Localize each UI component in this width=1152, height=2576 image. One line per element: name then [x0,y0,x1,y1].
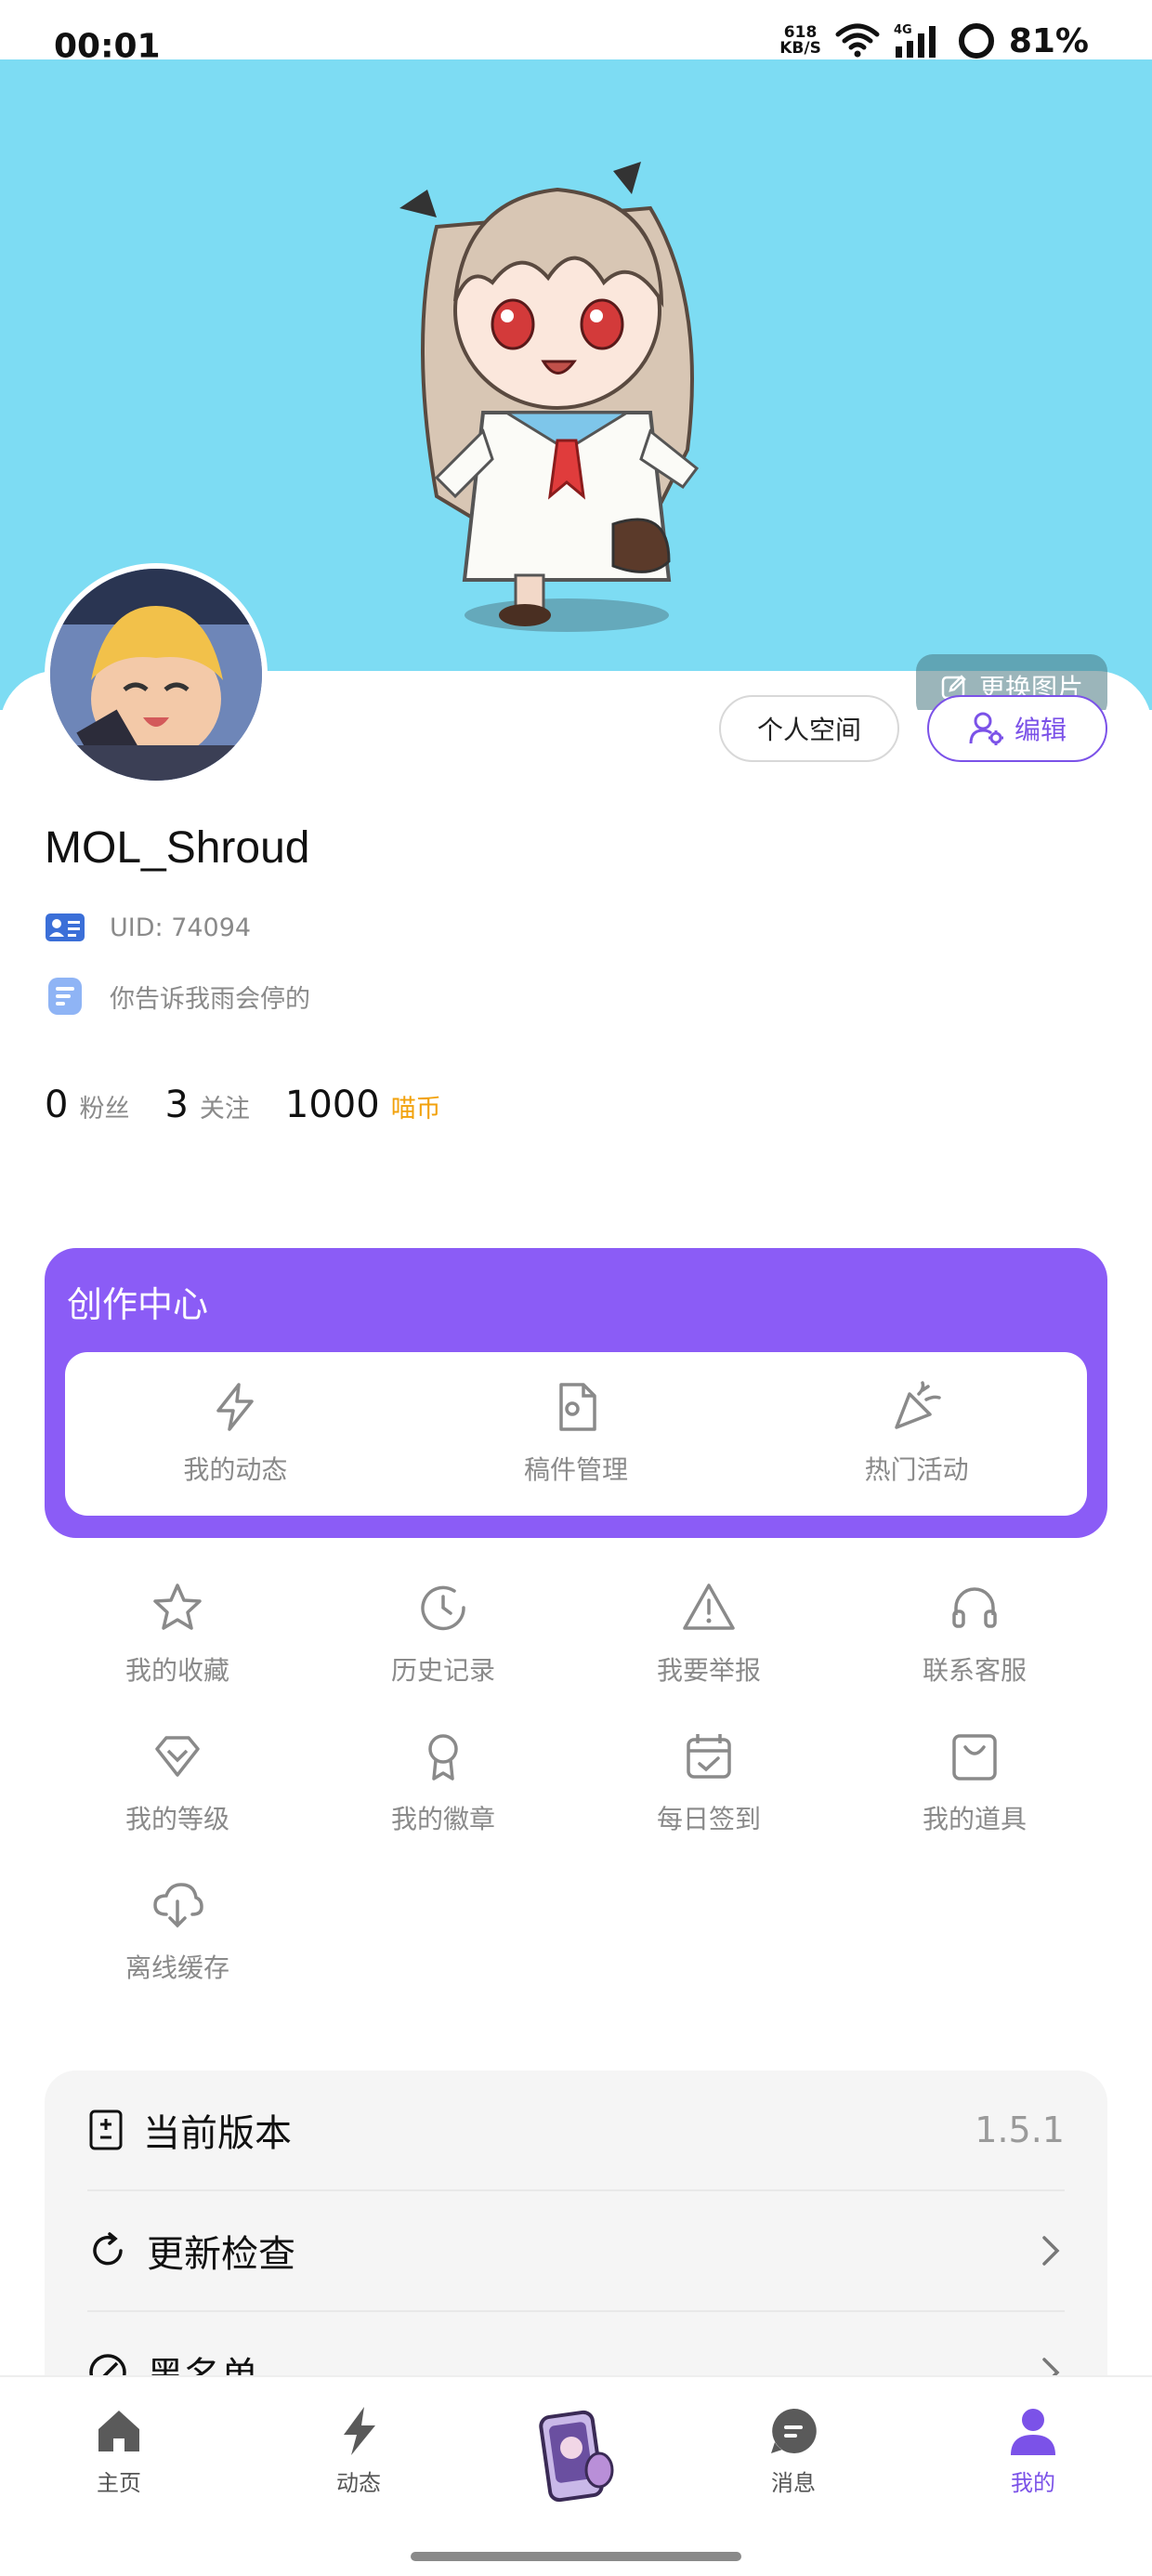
edit-profile-button[interactable]: 编辑 [927,695,1107,762]
chevron-right-icon [1042,2236,1060,2266]
note-icon [48,978,82,1015]
party-popper-icon [894,1381,941,1429]
version-icon [89,2109,123,2150]
grid-item-badges[interactable]: 我的徽章 [310,1728,576,1836]
uid-row: UID: 74094 [45,911,251,944]
grid-item-offline-cache[interactable]: 离线缓存 [45,1877,310,1985]
avatar-image [50,569,262,781]
settings-row-version: 当前版本 1.5.1 [87,2070,1065,2191]
fans-count[interactable]: 0 [45,1084,68,1126]
grid-item-label: 我要举报 [656,1655,761,1686]
cloud-download-icon [153,1883,203,1928]
home-indicator[interactable] [411,2552,741,2561]
uid-text: UID: 74094 [110,913,252,942]
coins-count: 1000 [284,1084,380,1126]
calendar-check-icon [687,1734,731,1779]
user-settings-icon [969,712,1003,745]
warning-icon [683,1584,735,1630]
nav-item-messages[interactable]: 消息 [719,2405,868,2497]
nav-item-label: 我的 [1011,2470,1055,2496]
history-clock-icon [421,1585,465,1631]
battery-ring-icon [958,23,994,59]
user-icon [1011,2409,1055,2455]
grid-item-label: 我的等级 [124,1804,229,1834]
bio-text: 你告诉我雨会停的 [110,984,310,1014]
nav-item-label: 消息 [771,2470,816,2496]
nav-item-me[interactable]: 我的 [959,2405,1107,2497]
diamond-icon [155,1736,200,1777]
version-value: 1.5.1 [975,2109,1065,2150]
feature-grid: 我的收藏 历史记录 我要举报 联系客服 我的等级 我的徽章 每日签到 我的道具 … [45,1580,1107,1985]
personal-space-button[interactable]: 个人空间 [719,695,899,762]
lightning-icon [216,1383,255,1431]
grid-item-level[interactable]: 我的等级 [45,1728,310,1836]
headphones-icon [952,1587,997,1628]
settings-list: 当前版本 1.5.1 更新检查 黑名单 [45,2070,1107,2405]
coins-label: 喵币 [390,1095,441,1124]
nav-item-home[interactable]: 主页 [45,2405,193,2497]
creator-item-manuscripts[interactable]: 稿件管理 [406,1352,747,1516]
follow-count[interactable]: 3 [164,1084,188,1126]
grid-item-label: 我的徽章 [390,1804,495,1834]
id-card-icon [46,913,85,941]
fans-label[interactable]: 粉丝 [79,1088,129,1124]
update-check-label: 更新检查 [147,2233,295,2276]
follow-label[interactable]: 关注 [200,1088,250,1124]
creator-item-label: 我的动态 [183,1454,288,1485]
bottom-nav: 主页 动态 消息 我的 [0,2375,1152,2576]
svg-text:4G: 4G [894,23,912,37]
creator-item-label: 热门活动 [864,1454,969,1485]
grid-item-props[interactable]: 我的道具 [842,1728,1107,1836]
profile-stats: 0 粉丝 3 关注 1000 喵币 [45,1084,477,1126]
settings-row-update-check[interactable]: 更新检查 [87,2191,1065,2312]
edit-profile-label: 编辑 [1014,715,1067,745]
nav-item-center[interactable] [502,2405,650,2507]
center-character-icon [539,2410,614,2503]
status-bar: 00:01 618 KB/S 4G 81% [0,0,1152,66]
network-speed-unit: KB/S [779,39,821,58]
bio-row: 你告诉我雨会停的 [45,976,310,1017]
nav-item-label: 主页 [97,2470,141,2496]
star-icon [153,1584,202,1630]
refresh-icon [93,2232,123,2266]
network-speed: 618 KB/S [779,25,821,57]
grid-item-customer-service[interactable]: 联系客服 [842,1580,1107,1688]
grid-item-label: 我的道具 [922,1804,1027,1834]
creator-item-my-posts[interactable]: 我的动态 [65,1352,406,1516]
shopping-bag-icon [952,1734,997,1781]
wifi-icon [835,23,880,58]
status-time: 00:01 [54,27,161,66]
nav-item-feed[interactable]: 动态 [284,2405,433,2497]
avatar[interactable] [45,563,268,786]
status-icons: 618 KB/S 4G 81% [779,21,1089,60]
document-gear-icon [559,1383,596,1431]
grid-item-label: 离线缓存 [124,1952,229,1983]
version-label: 当前版本 [143,2112,292,2155]
creator-item-hot-events[interactable]: 热门活动 [746,1352,1087,1516]
grid-item-history[interactable]: 历史记录 [310,1580,576,1688]
grid-item-label: 每日签到 [656,1804,761,1834]
grid-item-label: 历史记录 [390,1655,495,1686]
grid-item-daily-checkin[interactable]: 每日签到 [576,1728,842,1836]
creator-center: 创作中心 我的动态 稿件管理 热门活动 [45,1248,1107,1538]
creator-center-items: 我的动态 稿件管理 热门活动 [65,1352,1087,1516]
battery-percent: 81% [1008,21,1089,60]
grid-item-report[interactable]: 我要举报 [576,1580,842,1688]
creator-center-title: 创作中心 [67,1284,209,1325]
home-icon [98,2411,139,2451]
badge-medal-icon [428,1734,458,1781]
creator-item-label: 稿件管理 [524,1454,629,1485]
message-bubble-icon [771,2408,817,2453]
nav-item-label: 动态 [336,2470,381,2496]
grid-item-label: 联系客服 [922,1655,1027,1686]
lightning-icon [344,2407,375,2455]
grid-item-favorites[interactable]: 我的收藏 [45,1580,310,1688]
grid-item-label: 我的收藏 [124,1655,229,1686]
username: MOL_Shroud [45,823,310,873]
signal-bars-icon: 4G [894,23,936,58]
